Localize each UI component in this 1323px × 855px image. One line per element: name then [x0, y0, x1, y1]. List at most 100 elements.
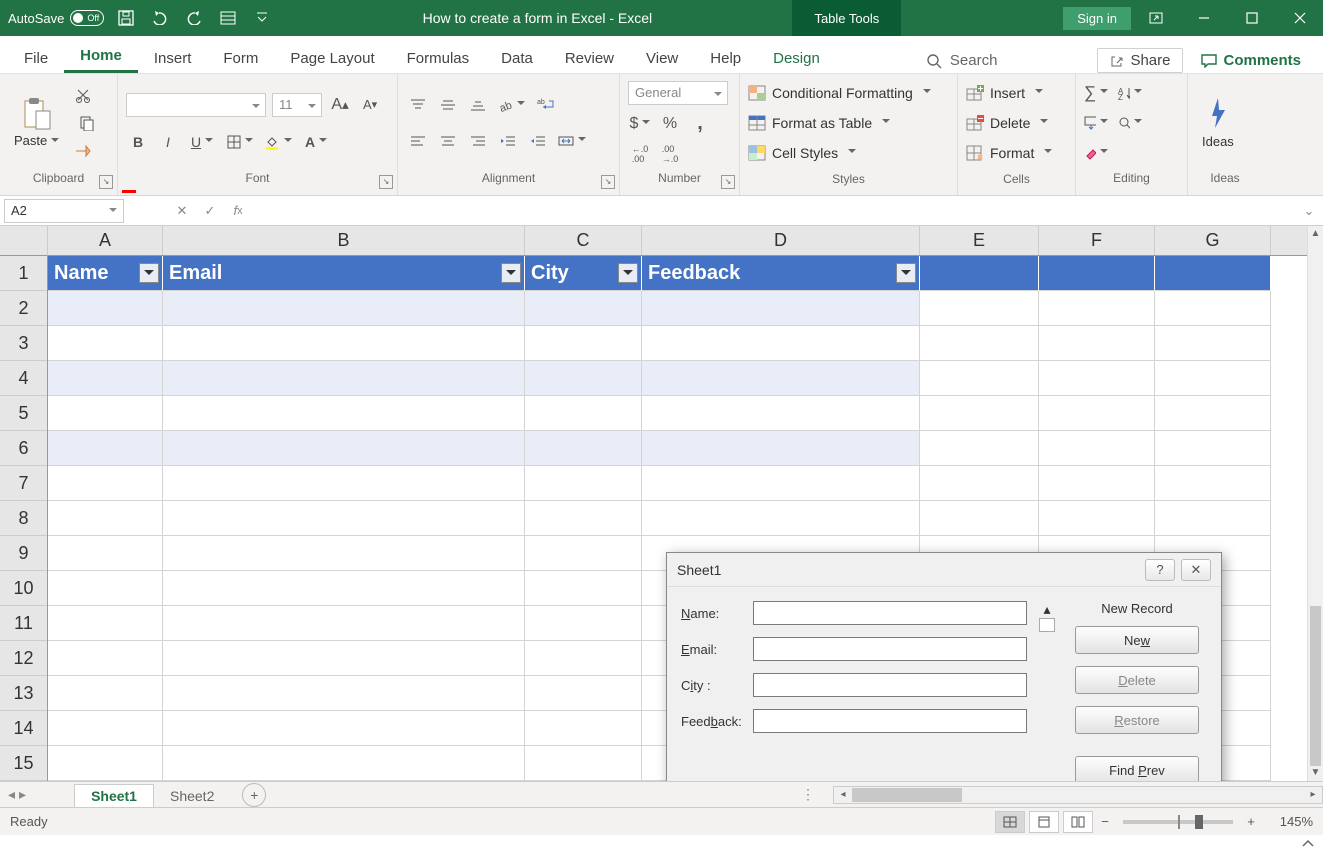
autosum-icon[interactable]: ∑ [1084, 82, 1108, 104]
cell[interactable] [48, 711, 163, 746]
cell[interactable] [525, 746, 642, 781]
cell[interactable] [1155, 361, 1271, 396]
cell[interactable] [1039, 396, 1155, 431]
maximize-icon[interactable] [1229, 0, 1275, 36]
cell[interactable] [920, 361, 1039, 396]
zoom-level[interactable]: 145% [1263, 814, 1313, 829]
formula-input[interactable] [252, 199, 1295, 223]
save-icon[interactable] [114, 6, 138, 30]
cell[interactable] [642, 291, 920, 326]
orientation-icon[interactable]: ab [496, 94, 528, 116]
vertical-scrollbar[interactable]: ▲ ▼ [1307, 226, 1323, 781]
cell[interactable] [163, 431, 525, 466]
row-header[interactable]: 14 [0, 711, 47, 746]
cell[interactable] [163, 746, 525, 781]
cell[interactable] [48, 396, 163, 431]
cell[interactable] [525, 326, 642, 361]
autosave-switch[interactable]: Off [70, 10, 104, 26]
cell[interactable] [1155, 291, 1271, 326]
row-header[interactable]: 15 [0, 746, 47, 781]
scroll-thumb[interactable] [1310, 606, 1321, 766]
cell[interactable] [163, 536, 525, 571]
cell[interactable] [1155, 501, 1271, 536]
cell[interactable] [1155, 431, 1271, 466]
fill-icon[interactable] [1084, 112, 1108, 134]
cell[interactable] [1155, 396, 1271, 431]
dialog-new-button[interactable]: New [1075, 626, 1199, 654]
cell[interactable] [1039, 256, 1155, 291]
cell[interactable] [48, 326, 163, 361]
cell[interactable]: Name [48, 256, 163, 291]
customize-qat-icon[interactable] [250, 6, 274, 30]
cell[interactable] [525, 641, 642, 676]
cell[interactable] [163, 571, 525, 606]
new-sheet-button[interactable]: + [242, 783, 266, 807]
dialog-close-icon[interactable]: ✕ [1181, 559, 1211, 581]
row-header[interactable]: 11 [0, 606, 47, 641]
cell[interactable] [1039, 466, 1155, 501]
increase-decimal-icon[interactable]: ←.0.00 [628, 143, 652, 165]
row-header[interactable]: 12 [0, 641, 47, 676]
sort-filter-icon[interactable]: AZ [1118, 82, 1142, 104]
column-header[interactable]: A [48, 226, 163, 255]
insert-function-icon[interactable]: fx [224, 197, 252, 225]
dialog-delete-button[interactable]: Delete [1075, 666, 1199, 694]
sheet-tab-sheet2[interactable]: Sheet2 [154, 785, 230, 807]
form-feedback-input[interactable] [753, 709, 1027, 733]
row-header[interactable]: 10 [0, 571, 47, 606]
tab-form[interactable]: Form [207, 42, 274, 73]
scroll-up-icon[interactable]: ▲ [1308, 226, 1323, 242]
cell[interactable] [48, 676, 163, 711]
dialog-help-icon[interactable]: ? [1145, 559, 1175, 581]
align-center-icon[interactable] [436, 130, 460, 152]
merge-center-icon[interactable] [556, 130, 588, 152]
ribbon-display-icon[interactable] [1133, 0, 1179, 36]
table-tools-tab[interactable]: Table Tools [792, 0, 901, 36]
format-cells-button[interactable]: Format [966, 138, 1052, 168]
tab-insert[interactable]: Insert [138, 42, 208, 73]
row-header[interactable]: 3 [0, 326, 47, 361]
cell[interactable] [163, 641, 525, 676]
sheet-tab-sheet1[interactable]: Sheet1 [74, 784, 154, 807]
clipboard-launcher-icon[interactable]: ↘ [99, 175, 113, 189]
cell[interactable] [48, 571, 163, 606]
form-email-input[interactable] [753, 637, 1027, 661]
cell[interactable] [525, 536, 642, 571]
cell[interactable] [163, 361, 525, 396]
number-format-combo[interactable]: General [628, 81, 728, 105]
row-header[interactable]: 2 [0, 291, 47, 326]
font-launcher-icon[interactable]: ↘ [379, 175, 393, 189]
comments-button[interactable]: Comments [1193, 49, 1309, 72]
page-layout-view-icon[interactable] [1029, 811, 1059, 833]
dialog-restore-button[interactable]: Restore [1075, 706, 1199, 734]
increase-indent-icon[interactable] [526, 130, 550, 152]
align-right-icon[interactable] [466, 130, 490, 152]
align-left-icon[interactable] [406, 130, 430, 152]
cell[interactable] [1039, 431, 1155, 466]
cell[interactable] [525, 396, 642, 431]
cell[interactable] [48, 291, 163, 326]
zoom-out-icon[interactable]: − [1097, 814, 1113, 829]
cell[interactable] [642, 396, 920, 431]
expand-formula-bar-icon[interactable]: ⌄ [1295, 197, 1323, 225]
tab-view[interactable]: View [630, 42, 694, 73]
filter-dropdown-icon[interactable] [896, 263, 916, 283]
cell[interactable] [48, 431, 163, 466]
prev-sheet-icon[interactable]: ◂ [8, 786, 15, 803]
italic-icon[interactable]: I [156, 131, 180, 153]
row-header[interactable]: 4 [0, 361, 47, 396]
filter-dropdown-icon[interactable] [618, 263, 638, 283]
find-select-icon[interactable] [1118, 112, 1142, 134]
cell[interactable] [920, 256, 1039, 291]
font-size-combo[interactable]: 11 [272, 93, 322, 117]
name-box[interactable]: A2 [4, 199, 124, 223]
collapse-ribbon-icon[interactable] [1301, 839, 1315, 849]
cell[interactable] [48, 746, 163, 781]
cell[interactable] [525, 606, 642, 641]
decrease-decimal-icon[interactable]: .00→.0 [658, 143, 682, 165]
close-icon[interactable] [1277, 0, 1323, 36]
cell[interactable] [525, 431, 642, 466]
column-header[interactable]: E [920, 226, 1039, 255]
scroll-left-icon[interactable]: ◂ [834, 789, 852, 800]
bold-icon[interactable]: B [126, 131, 150, 153]
